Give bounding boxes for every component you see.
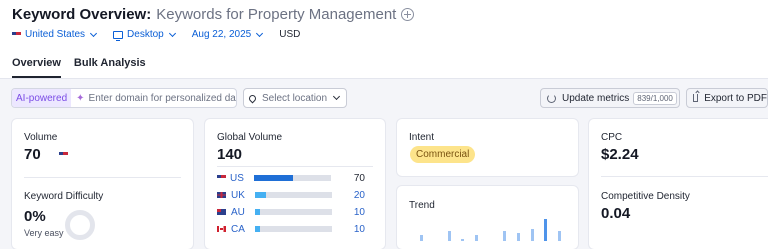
update-count-badge: 839/1,000	[633, 91, 677, 105]
chevron-down-icon	[168, 29, 176, 37]
device-label: Desktop	[127, 29, 164, 40]
ai-powered-badge: AI-powered	[12, 89, 72, 107]
desktop-icon	[113, 30, 124, 41]
global-volume-value: 140	[217, 146, 243, 163]
uk-flag-icon	[217, 192, 226, 198]
sparkle-icon: ✦	[76, 92, 85, 104]
date-dropdown[interactable]: Aug 22, 2025	[191, 29, 264, 40]
trend-bar	[447, 231, 451, 241]
divider	[217, 166, 373, 167]
trend-bar	[475, 235, 479, 241]
chevron-down-icon	[332, 92, 341, 101]
intent-label: Intent	[409, 132, 435, 143]
country-volume: 20	[353, 189, 365, 201]
country-volume: 70	[353, 172, 365, 184]
trend-bar	[420, 235, 423, 241]
add-list-icon[interactable]	[401, 8, 415, 21]
trend-bar	[530, 229, 534, 241]
ai-domain-box: AI-powered ✦	[11, 88, 237, 108]
intent-badge: Commercial	[410, 146, 476, 163]
volume-bar-fill	[255, 209, 261, 215]
cpc-value: $2.24	[601, 146, 639, 163]
volume-bar	[255, 209, 332, 215]
country-volume: 10	[353, 223, 365, 235]
country-code: AU	[231, 206, 245, 218]
volume-bar	[254, 175, 331, 181]
volume-bar-fill	[254, 175, 293, 181]
volume-bar	[255, 226, 332, 232]
divider	[601, 176, 768, 177]
difficulty-label: Keyword Difficulty	[24, 191, 104, 202]
trend-chart	[417, 216, 569, 241]
export-label: Export to PDF	[704, 92, 767, 104]
country-row-uk[interactable]: UK 20	[217, 189, 365, 201]
update-metrics-label: Update metrics	[562, 92, 630, 104]
trend-bar	[502, 231, 506, 241]
trend-label: Trend	[409, 200, 435, 211]
volume-bar	[255, 192, 332, 198]
country-label: United States	[25, 29, 86, 40]
location-pin-icon	[247, 93, 258, 103]
country-row-au[interactable]: AU 10	[217, 206, 365, 218]
divider	[24, 177, 181, 178]
keyword-title: Keywords for Property Management	[156, 6, 397, 23]
title-row: Keyword Overview: Keywords for Property …	[12, 6, 415, 23]
density-label: Competitive Density	[601, 191, 690, 202]
domain-input[interactable]	[88, 92, 236, 104]
update-metrics-button[interactable]: Update metrics 839/1,000	[540, 88, 680, 108]
us-flag-icon	[59, 152, 68, 158]
country-volume: 10	[353, 206, 365, 218]
country-dropdown[interactable]: United States	[12, 29, 98, 40]
trend-bar	[516, 233, 520, 241]
difficulty-gauge	[65, 210, 95, 240]
volume-bar-fill	[255, 226, 261, 232]
date-label: Aug 22, 2025	[191, 29, 252, 40]
ca-flag-icon	[217, 226, 226, 232]
tab-bulk-analysis[interactable]: Bulk Analysis	[74, 57, 146, 78]
chevron-down-icon	[90, 29, 98, 37]
chevron-down-icon	[256, 29, 264, 37]
cpc-label: CPC	[601, 132, 623, 143]
au-flag-icon	[217, 209, 226, 215]
volume-label: Volume	[24, 132, 58, 143]
export-icon	[693, 94, 699, 102]
header-section: Keyword Overview: Keywords for Property …	[0, 0, 768, 79]
currency-label: USD	[279, 29, 301, 40]
filters-row: United States Desktop Aug 22, 2025 USD	[12, 29, 301, 41]
country-code: CA	[231, 223, 245, 235]
country-code: UK	[231, 189, 245, 201]
device-dropdown[interactable]: Desktop	[113, 29, 176, 41]
trend-bar	[544, 219, 548, 241]
volume-value: 70	[24, 146, 41, 163]
location-placeholder: Select location	[262, 92, 328, 104]
country-code: US	[230, 172, 244, 184]
us-flag-icon	[217, 175, 226, 181]
density-value: 0.04	[601, 205, 631, 222]
country-row-ca[interactable]: CA 10	[217, 223, 365, 235]
refresh-icon	[547, 93, 556, 103]
intent-card: Intent Commercial	[397, 119, 578, 176]
difficulty-value: 0%	[24, 208, 46, 225]
trend-bar	[558, 231, 562, 241]
volume-bar-fill	[255, 192, 266, 198]
location-select[interactable]: Select location	[243, 88, 347, 108]
volume-card: Volume 70 Keyword Difficulty 0% Very eas…	[12, 119, 193, 249]
difficulty-desc: Very easy	[24, 228, 64, 238]
global-volume-label: Global Volume	[217, 132, 283, 143]
global-volume-card: Global Volume 140 US 70 UK 20 AU 10 CA 1…	[205, 119, 385, 249]
tab-bar: Overview Bulk Analysis	[12, 57, 159, 78]
country-row-us[interactable]: US 70	[217, 172, 365, 184]
us-flag-icon	[12, 31, 21, 38]
trend-card: Trend	[397, 186, 578, 249]
export-pdf-button[interactable]: Export to PDF	[686, 88, 768, 108]
cpc-card: CPC $2.24 Competitive Density 0.04	[589, 119, 768, 249]
tab-overview[interactable]: Overview	[12, 57, 61, 78]
page-title: Keyword Overview:	[12, 6, 152, 23]
